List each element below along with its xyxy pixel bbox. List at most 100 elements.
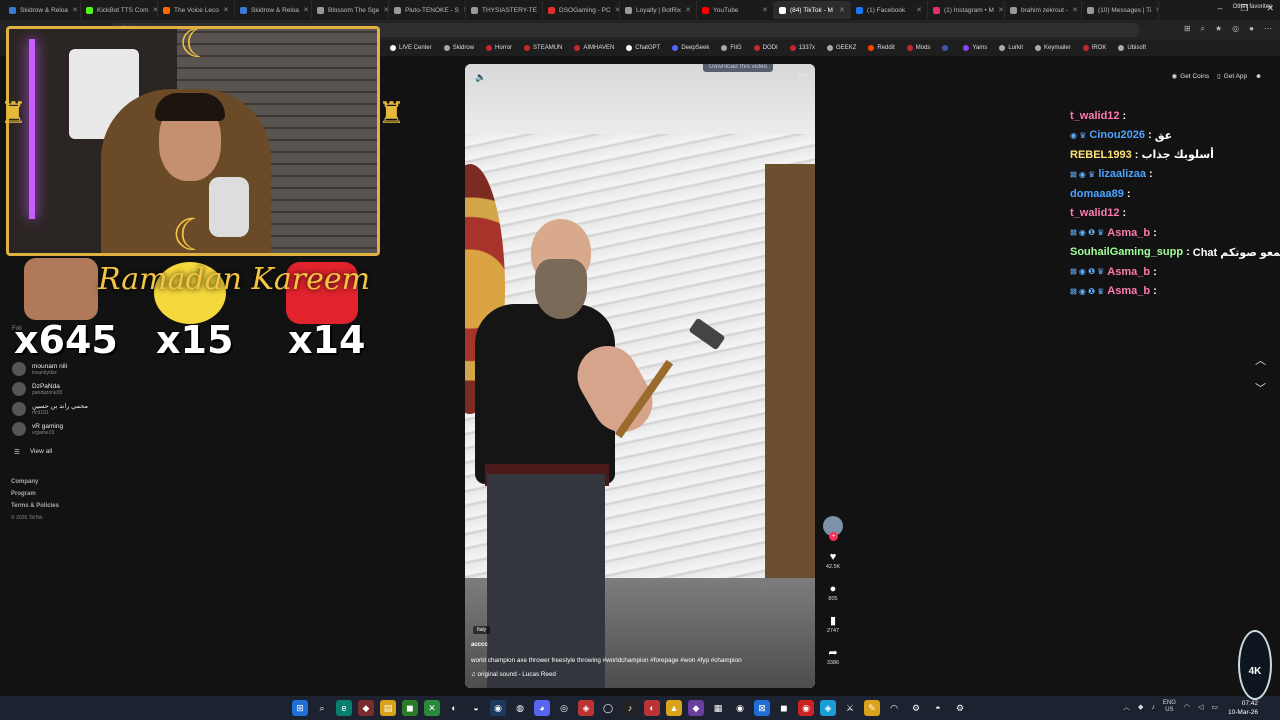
app-icon[interactable]: ◆ bbox=[688, 700, 704, 716]
tab-close-icon[interactable]: ✕ bbox=[1155, 6, 1158, 14]
app-icon[interactable]: ◉ bbox=[732, 700, 748, 716]
browser-tab[interactable]: DSOGaming - PC ✕ bbox=[543, 1, 620, 19]
bookmark-item[interactable]: Lurkit bbox=[993, 45, 1029, 51]
browser-tab[interactable]: YouTube ✕ bbox=[697, 1, 774, 19]
tray-chevron-icon[interactable]: ︿ bbox=[1123, 702, 1130, 712]
browser-tab[interactable]: (84) TikTok - M ✕ bbox=[774, 1, 851, 19]
read-aloud-icon[interactable]: ⊞ bbox=[1184, 24, 1191, 34]
app-icon[interactable]: ◍ bbox=[512, 700, 528, 716]
app-icon[interactable]: ⊠ bbox=[754, 700, 770, 716]
app-icon[interactable]: ◯ bbox=[600, 700, 616, 716]
following-account[interactable]: DzPaNda pandazone33 bbox=[12, 382, 62, 396]
windows-start-icon[interactable]: ⊞ bbox=[292, 700, 308, 716]
edge-icon[interactable]: e bbox=[336, 700, 352, 716]
discord-icon[interactable]: ◕ bbox=[534, 700, 550, 716]
app-icon[interactable]: ◐ bbox=[446, 700, 462, 716]
tab-close-icon[interactable]: ✕ bbox=[839, 6, 845, 14]
tiktok-icon[interactable]: ♪ bbox=[622, 700, 638, 716]
get-app-button[interactable]: ▯ Get App bbox=[1217, 72, 1247, 81]
browser-tab[interactable]: Skidrow & Reloa ✕ bbox=[235, 1, 312, 19]
clock[interactable]: 07:42 10-Mar-26 bbox=[1228, 699, 1258, 717]
following-account[interactable]: vR gaming vrgame19 bbox=[12, 422, 63, 436]
download-hint[interactable]: Download this video bbox=[703, 64, 774, 72]
nvidia-icon[interactable]: ◼ bbox=[402, 700, 418, 716]
tab-close-icon[interactable]: ✕ bbox=[916, 6, 922, 14]
tab-close-icon[interactable]: ✕ bbox=[223, 6, 229, 14]
footer-terms[interactable]: Terms & Policies bbox=[11, 500, 59, 512]
app-icon[interactable]: ◓ bbox=[930, 700, 946, 716]
brave-icon[interactable]: ◆ bbox=[358, 700, 374, 716]
tray-app-icon[interactable]: ◆ bbox=[1138, 703, 1143, 711]
get-coins-button[interactable]: ◉ Get Coins bbox=[1172, 72, 1210, 81]
search-icon[interactable]: ⌕ bbox=[314, 700, 330, 716]
following-account[interactable]: mounam nili insanitydzz bbox=[12, 362, 67, 376]
app-icon[interactable]: ◈ bbox=[820, 700, 836, 716]
browser-tab[interactable]: KickBot TTS Com ✕ bbox=[81, 1, 158, 19]
profile-avatar[interactable]: ☻ bbox=[1255, 73, 1262, 80]
bookmark-item[interactable]: Keymailer bbox=[1029, 45, 1077, 51]
app-icon[interactable]: ⚔ bbox=[842, 700, 858, 716]
zoom-icon[interactable]: ⌕ bbox=[1201, 24, 1205, 34]
xbox-icon[interactable]: ✕ bbox=[424, 700, 440, 716]
tab-close-icon[interactable]: ✕ bbox=[762, 6, 768, 14]
bookmark-item[interactable]: DeepSeek bbox=[666, 45, 715, 51]
follow-plus-icon[interactable]: + bbox=[829, 532, 838, 541]
tab-close-icon[interactable]: ✕ bbox=[303, 6, 309, 14]
bookmark-icon[interactable]: ▮ bbox=[830, 614, 836, 628]
bookmark-item[interactable]: 1337x bbox=[784, 45, 821, 51]
browser-tab[interactable]: Blossom The Sge ✕ bbox=[312, 1, 389, 19]
comment-icon[interactable]: ● bbox=[830, 582, 837, 596]
app-icon[interactable]: ◼ bbox=[776, 700, 792, 716]
browser-tab[interactable]: (1) Facebook ✕ bbox=[851, 1, 928, 19]
bookmark-item[interactable]: Skidrow bbox=[438, 45, 480, 51]
video-author[interactable]: acccc bbox=[471, 642, 488, 648]
volume-icon[interactable]: 🔈 bbox=[475, 72, 486, 83]
app-icon[interactable]: ▲ bbox=[666, 700, 682, 716]
video-player[interactable]: 🔈 ⋯ Download this video Italy acccc worl… bbox=[465, 64, 815, 688]
steam-icon[interactable]: ◉ bbox=[490, 700, 506, 716]
next-video-icon[interactable]: ﹀ bbox=[1255, 380, 1266, 396]
like-icon[interactable]: ♥ bbox=[830, 550, 837, 564]
app-icon[interactable]: ▦ bbox=[710, 700, 726, 716]
profile-icon[interactable]: ● bbox=[1249, 24, 1254, 34]
browser-tab[interactable]: (10) Messages | Ti✕ bbox=[1082, 1, 1159, 19]
footer-program[interactable]: Program bbox=[11, 488, 59, 500]
app-icon[interactable]: ◒ bbox=[468, 700, 484, 716]
bookmark-item[interactable]: Yams bbox=[957, 45, 993, 51]
share-icon[interactable]: ➦ bbox=[828, 646, 837, 660]
app-icon[interactable]: ◈ bbox=[578, 700, 594, 716]
bookmark-item[interactable]: AIMHAVEN bbox=[568, 45, 620, 51]
browser-tab[interactable]: The Voice Leco ✕ bbox=[158, 1, 235, 19]
wifi-icon[interactable]: ◠ bbox=[1184, 703, 1190, 711]
app-icon[interactable]: ◠ bbox=[886, 700, 902, 716]
tab-close-icon[interactable]: ✕ bbox=[685, 6, 691, 14]
minimize-icon[interactable]: – bbox=[1217, 3, 1222, 14]
favorite-star-icon[interactable]: ★ bbox=[1215, 24, 1222, 34]
browser-tab[interactable]: THYSIASTERY-TE✕ bbox=[466, 1, 543, 19]
bookmark-item[interactable]: STEAMUN bbox=[518, 45, 568, 51]
app-icon[interactable]: ◉ bbox=[798, 700, 814, 716]
video-sound[interactable]: ♫ original sound - Lucas Reed bbox=[471, 671, 556, 678]
settings-menu-icon[interactable]: ⋯ bbox=[1264, 24, 1272, 34]
previous-video-icon[interactable]: ︿ bbox=[1255, 352, 1266, 368]
following-account[interactable]: محمي راند بن حسين rfcd191 bbox=[12, 402, 88, 416]
browser-tab[interactable]: brahim zekrout - ✕ bbox=[1005, 1, 1082, 19]
other-favorites[interactable]: Other favorites bbox=[1233, 4, 1272, 10]
bookmark-item[interactable]: Horror bbox=[480, 45, 518, 51]
tray-mic-icon[interactable]: ♪ bbox=[1151, 704, 1155, 711]
bookmark-item[interactable]: IROK bbox=[1077, 45, 1113, 51]
volume-icon[interactable]: ◁ bbox=[1198, 703, 1203, 711]
battery-icon[interactable]: ▭ bbox=[1211, 703, 1218, 711]
settings-icon[interactable]: ⚙ bbox=[952, 700, 968, 716]
tab-close-icon[interactable]: ✕ bbox=[72, 6, 78, 14]
creator-avatar[interactable]: + bbox=[823, 516, 843, 541]
view-all-link[interactable]: ☰ View all bbox=[14, 448, 52, 456]
tab-close-icon[interactable]: ✕ bbox=[1072, 6, 1078, 14]
obs-icon[interactable]: ◎ bbox=[556, 700, 572, 716]
bookmark-item[interactable] bbox=[936, 45, 957, 51]
footer-company[interactable]: Company bbox=[11, 476, 59, 488]
bookmark-item[interactable]: DODI bbox=[748, 45, 784, 51]
extensions-icon[interactable]: ◎ bbox=[1232, 24, 1239, 34]
file-explorer-icon[interactable]: ▤ bbox=[380, 700, 396, 716]
browser-tab[interactable]: Pluto-TENOKE - S✕ bbox=[389, 1, 466, 19]
